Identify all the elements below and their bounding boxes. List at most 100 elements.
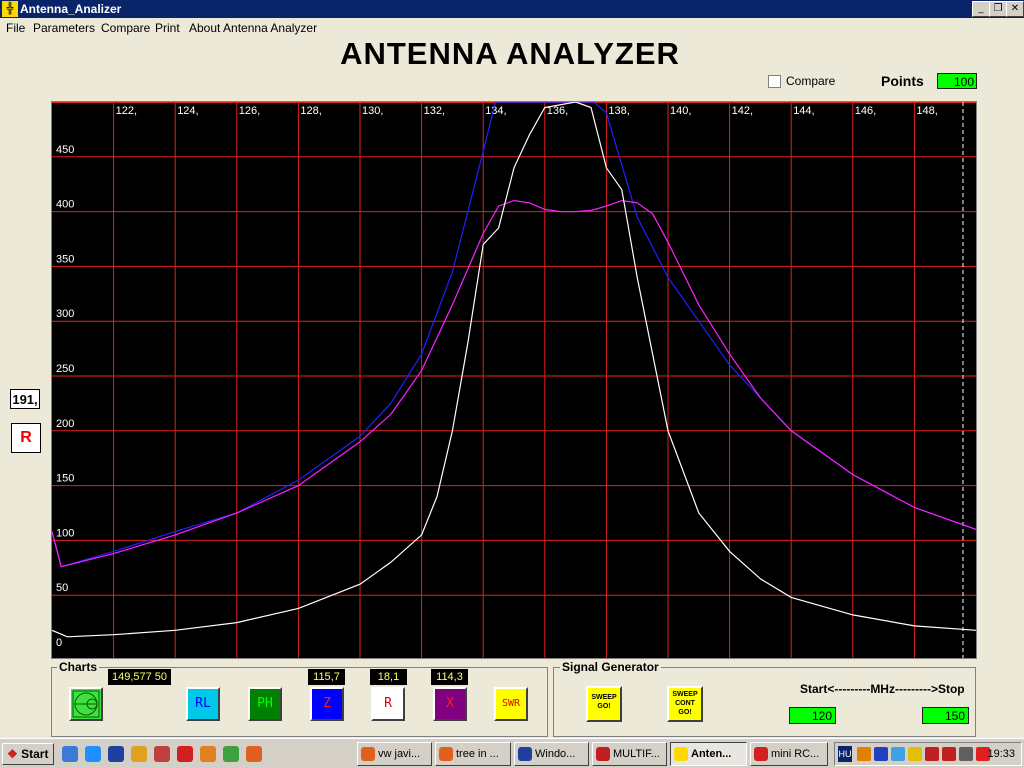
charts-group-label: Charts xyxy=(57,660,100,674)
sweep-cont-line-3: GO! xyxy=(678,709,692,716)
ie-icon[interactable] xyxy=(62,746,78,762)
menu-file[interactable]: File xyxy=(6,21,25,35)
close-button[interactable]: ✕ xyxy=(1006,1,1024,17)
app-title: ANTENNA ANALYZER xyxy=(340,36,680,71)
task-button[interactable]: Windo... xyxy=(514,742,589,766)
x-tick-label: 134, xyxy=(485,105,506,117)
firefox-icon[interactable] xyxy=(246,746,262,762)
sweep-cont-go-button[interactable]: SWEEP CONT GO! xyxy=(667,686,703,722)
task-label: Anten... xyxy=(691,748,732,760)
task-label: vw javi... xyxy=(378,748,421,760)
taskbar: ❖ Start vw javi... tree in ... Windo... MUL… xyxy=(0,738,1024,768)
side-r-button[interactable]: R xyxy=(11,423,41,453)
points-label: Points xyxy=(881,73,924,89)
task-label: MULTIF... xyxy=(613,748,660,760)
signal-generator-label: Signal Generator xyxy=(560,660,661,674)
pencil-icon[interactable] xyxy=(131,746,147,762)
z-readout: 115,7 xyxy=(308,669,345,685)
clock: 19:33 xyxy=(987,748,1015,760)
x-tick-label: 142, xyxy=(732,105,753,117)
swr-button[interactable]: SWR xyxy=(494,687,528,721)
image-icon[interactable] xyxy=(223,746,239,762)
points-value[interactable]: 100 xyxy=(937,73,977,89)
x-tick-label: 128, xyxy=(300,105,321,117)
maximize-button[interactable]: ❐ xyxy=(989,1,1007,17)
smith-chart-button[interactable] xyxy=(69,687,103,721)
x-tick-label: 146, xyxy=(855,105,876,117)
y-tick-label: 50 xyxy=(56,582,68,594)
task-label: tree in ... xyxy=(456,748,499,760)
rl-button[interactable]: RL xyxy=(186,687,220,721)
system-tray: HU 19:33 xyxy=(834,742,1022,766)
tray-icon[interactable] xyxy=(908,747,922,761)
sweep-cont-line-1: SWEEP xyxy=(672,691,698,698)
x-tick-label: 148, xyxy=(916,105,937,117)
series-line-0 xyxy=(52,102,976,568)
x-tick-label: 126, xyxy=(239,105,260,117)
series-line-1 xyxy=(52,199,976,568)
stop-freq-field[interactable]: 150 xyxy=(922,707,969,724)
compare-checkbox[interactable] xyxy=(768,75,781,88)
tray-icon[interactable] xyxy=(857,747,871,761)
x-tick-label: 132, xyxy=(424,105,445,117)
plot-area: 122, 124, 126, 128, 130, 132, 134, 136, 138, 140,… xyxy=(51,101,977,659)
smith-chart-icon xyxy=(72,690,100,718)
y-tick-label: 350 xyxy=(56,253,74,265)
start-button[interactable]: ❖ Start xyxy=(2,743,54,765)
lifebuoy-icon[interactable] xyxy=(177,746,193,762)
ie-icon[interactable] xyxy=(85,746,101,762)
task-button[interactable]: tree in ... xyxy=(435,742,511,766)
x-tick-label: 124, xyxy=(177,105,198,117)
menu-compare[interactable]: Compare xyxy=(101,21,150,35)
windows-logo-icon: ❖ xyxy=(7,747,18,761)
task-label: Windo... xyxy=(535,748,576,760)
task-button[interactable]: vw javi... xyxy=(357,742,432,766)
y-tick-label: 150 xyxy=(56,473,74,485)
y-tick-label: 0 xyxy=(56,637,62,649)
antenna-chart: 122, 124, 126, 128, 130, 132, 134, 136, 138, 140,… xyxy=(52,102,976,658)
floppy-icon xyxy=(518,747,532,761)
sweep-line-2: GO! xyxy=(597,703,611,710)
ph-button[interactable]: PH xyxy=(248,687,282,721)
z-button[interactable]: Z xyxy=(310,687,344,721)
start-freq-field[interactable]: 120 xyxy=(789,707,836,724)
palette-icon[interactable] xyxy=(154,746,170,762)
menu-about[interactable]: About Antenna Analyzer xyxy=(189,21,317,35)
tray-icon[interactable] xyxy=(891,747,905,761)
minimize-button[interactable]: _ xyxy=(972,1,990,17)
y-tick-label: 450 xyxy=(56,144,74,156)
app-icon xyxy=(596,747,610,761)
antenna-icon: ╬ xyxy=(2,1,18,17)
x-button[interactable]: X xyxy=(433,687,467,721)
title-bar: ╬ Antenna_Analizer _ ❐ ✕ xyxy=(0,0,1024,18)
r-button[interactable]: R xyxy=(371,687,405,721)
x-readout: 114,3 xyxy=(431,669,468,685)
task-button[interactable]: Anten... xyxy=(670,742,747,766)
side-value-readout: 191, xyxy=(10,389,40,409)
sweep-go-button[interactable]: SWEEP GO! xyxy=(586,686,622,722)
lifebuoy-icon xyxy=(754,747,768,761)
x-tick-label: 144, xyxy=(793,105,814,117)
mhz-range-label: Start<---------MHz--------->Stop xyxy=(800,682,965,696)
tray-icon[interactable] xyxy=(874,747,888,761)
y-tick-label: 100 xyxy=(56,527,74,539)
menu-print[interactable]: Print xyxy=(155,21,180,35)
floppy-icon[interactable] xyxy=(108,746,124,762)
language-indicator[interactable]: HU xyxy=(838,746,852,762)
task-button[interactable]: mini RC... xyxy=(750,742,828,766)
window-title: Antenna_Analizer xyxy=(20,2,122,16)
tray-icon[interactable] xyxy=(959,747,973,761)
y-tick-label: 300 xyxy=(56,308,74,320)
sweep-line-1: SWEEP xyxy=(591,694,617,701)
tray-icon[interactable] xyxy=(942,747,956,761)
compare-label: Compare xyxy=(786,74,836,88)
menu-parameters[interactable]: Parameters xyxy=(33,21,95,35)
antenna-icon xyxy=(674,747,688,761)
series-line-2 xyxy=(52,102,976,638)
task-button[interactable]: MULTIF... xyxy=(592,742,667,766)
media-icon[interactable] xyxy=(200,746,216,762)
tray-icon[interactable] xyxy=(925,747,939,761)
start-label: Start xyxy=(21,747,49,761)
y-tick-label: 400 xyxy=(56,199,74,211)
firefox-icon xyxy=(361,747,375,761)
